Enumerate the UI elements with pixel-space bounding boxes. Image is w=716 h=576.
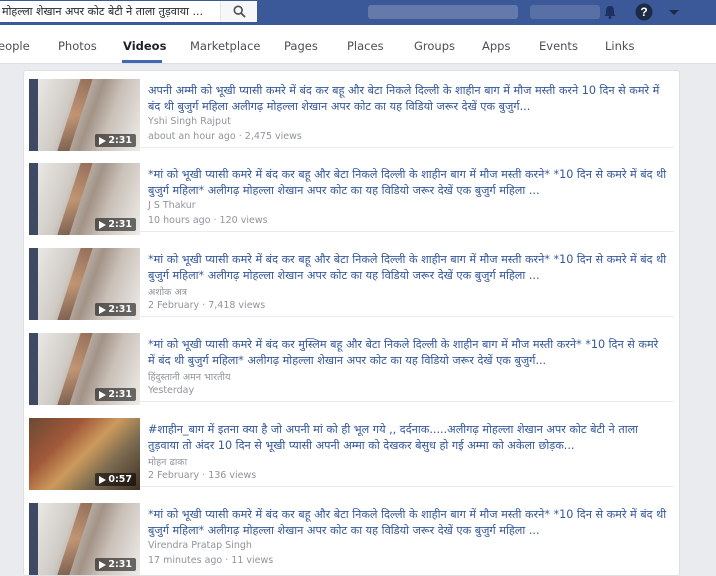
play-icon <box>99 475 107 484</box>
video-duration: 0:57 <box>95 473 136 486</box>
video-duration: 2:31 <box>95 218 136 231</box>
search-filter-bar: eople Photos Videos Marketplace Pages Pl… <box>0 25 716 64</box>
video-thumbnail[interactable]: 0:57 <box>29 418 140 490</box>
video-thumbnail[interactable]: 2:31 <box>29 333 140 405</box>
video-result[interactable]: 2:31 *मां को भूखी प्यासी कमरे में बंद कर… <box>29 325 674 405</box>
svg-text:?: ? <box>640 5 647 19</box>
video-author[interactable]: J S Thakur <box>148 200 196 211</box>
tab-apps[interactable]: Apps <box>482 39 510 53</box>
tab-events[interactable]: Events <box>539 39 578 53</box>
video-duration: 2:31 <box>95 558 136 571</box>
video-author[interactable]: हिंदुस्तानी अमन भारतीय <box>148 370 231 383</box>
video-title[interactable]: *मां को भूखी प्यासी कमरे में बंद कर बहू … <box>148 167 668 199</box>
tab-videos[interactable]: Videos <box>123 39 166 53</box>
video-author[interactable]: Virendra Pratap Singh <box>148 540 252 551</box>
video-author[interactable]: Yshi Singh Rajput <box>148 116 231 127</box>
video-meta: 17 minutes ago · 11 views <box>148 555 274 566</box>
video-author[interactable]: मोहन ढाका <box>148 455 187 468</box>
video-thumbnail[interactable]: 2:31 <box>29 248 140 320</box>
video-author[interactable]: अशोक अत्र <box>148 285 187 298</box>
video-duration: 2:31 <box>95 134 136 147</box>
video-thumbnail[interactable]: 2:31 <box>29 503 140 575</box>
tab-places[interactable]: Places <box>347 39 384 53</box>
search-input[interactable] <box>0 1 220 22</box>
video-meta: Yesterday <box>148 385 195 396</box>
notifications-icon[interactable] <box>600 2 620 22</box>
video-result[interactable]: 2:31 *मां को भूखी प्यासी कमरे में बंद कर… <box>29 240 674 320</box>
search-button[interactable] <box>220 1 257 22</box>
tab-marketplace[interactable]: Marketplace <box>190 39 260 53</box>
blurred-profile-area <box>368 5 518 19</box>
play-icon <box>99 136 107 145</box>
video-result[interactable]: 2:31 अपनी अम्मी को भूखी प्यासी कमरे में … <box>29 71 674 151</box>
help-icon[interactable]: ? <box>634 2 654 22</box>
play-icon <box>99 390 107 399</box>
blurred-nav-area <box>530 5 600 19</box>
tab-photos[interactable]: Photos <box>58 39 97 53</box>
video-title[interactable]: #शाहीन_बाग में इतना क्या है जो अपनी मां … <box>148 422 668 454</box>
tab-pages[interactable]: Pages <box>284 39 318 53</box>
video-title[interactable]: अपनी अम्मी को भूखी प्यासी कमरे में बंद क… <box>148 83 668 115</box>
video-duration: 2:31 <box>95 388 136 401</box>
video-meta: 2 February · 7,418 views <box>148 300 266 311</box>
tab-groups[interactable]: Groups <box>414 39 455 53</box>
video-results-list: 2:31 अपनी अम्मी को भूखी प्यासी कमरे में … <box>23 70 680 576</box>
video-result[interactable]: 0:57 #शाहीन_बाग में इतना क्या है जो अपनी… <box>29 410 674 490</box>
play-icon <box>99 305 107 314</box>
active-tab-indicator <box>122 60 162 63</box>
tab-links[interactable]: Links <box>605 39 635 53</box>
video-result[interactable]: 2:31 *मां को भूखी प्यासी कमरे में बंद कर… <box>29 495 674 575</box>
video-result[interactable]: 2:31 *मां को भूखी प्यासी कमरे में बंद कर… <box>29 155 674 235</box>
top-bar: ? <box>0 0 716 25</box>
video-meta: about an hour ago · 2,475 views <box>148 131 302 142</box>
play-icon <box>99 220 107 229</box>
video-thumbnail[interactable]: 2:31 <box>29 163 140 235</box>
video-title[interactable]: *मां को भूखी प्यासी कमरे में बंद कर बहू … <box>148 507 668 539</box>
video-thumbnail[interactable]: 2:31 <box>29 79 140 151</box>
search-box <box>0 1 257 22</box>
video-title[interactable]: *मां को भूखी प्यासी कमरे में बंद कर मुस्… <box>148 337 668 369</box>
video-title[interactable]: *मां को भूखी प्यासी कमरे में बंद कर बहू … <box>148 252 668 284</box>
chevron-down-icon[interactable] <box>664 2 684 22</box>
video-meta: 10 hours ago · 120 views <box>148 215 268 226</box>
tab-people[interactable]: eople <box>0 39 30 53</box>
search-icon <box>232 5 246 18</box>
video-meta: 2 February · 136 views <box>148 470 257 481</box>
video-duration: 2:31 <box>95 303 136 316</box>
play-icon <box>99 560 107 569</box>
